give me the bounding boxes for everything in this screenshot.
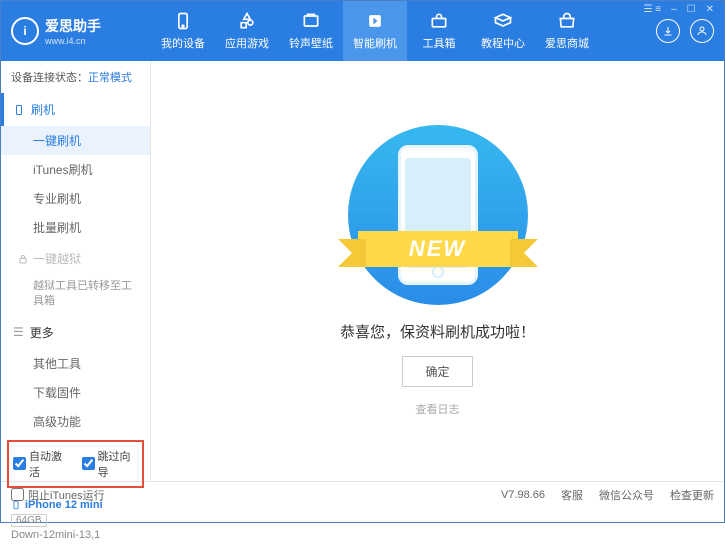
top-nav: 我的设备 应用游戏 铃声壁纸 智能刷机 工具箱 教程中心 爱思商城 [151, 1, 656, 61]
device-storage-badge: 64GB [11, 514, 47, 527]
sidebar-header-flash[interactable]: 刷机 [1, 93, 150, 126]
connection-status: 设备连接状态：正常模式 [1, 61, 150, 93]
window-controls: ☰ ≡ – ☐ ✕ [641, 4, 718, 15]
check-update-link[interactable]: 检查更新 [670, 487, 714, 503]
view-log-link[interactable]: 查看日志 [416, 401, 460, 417]
sidebar-item-advanced[interactable]: 高级功能 [1, 407, 150, 436]
header-right [656, 19, 714, 43]
sidebar-item-other-tools[interactable]: 其他工具 [1, 349, 150, 378]
checkbox-auto-activate[interactable]: 自动激活 [13, 448, 70, 480]
checkbox-row: 自动激活 跳过向导 [7, 440, 144, 488]
ribbon-text: NEW [358, 231, 518, 267]
phone-small-icon [13, 104, 25, 116]
jailbreak-note: 越狱工具已转移至工具箱 [1, 275, 150, 316]
version-text: V7.98.66 [501, 489, 545, 501]
logo-icon: i [11, 17, 39, 45]
success-illustration: NEW [338, 125, 538, 305]
sidebar-header-label: 刷机 [31, 101, 55, 118]
window-minimize-icon[interactable]: – [668, 4, 680, 15]
new-ribbon: NEW [338, 231, 538, 275]
lock-icon [17, 253, 29, 265]
checkbox-skip-guide[interactable]: 跳过向导 [82, 448, 139, 480]
sidebar-header-more[interactable]: ☰ 更多 [1, 316, 150, 349]
main-content: NEW 恭喜您，保资料刷机成功啦！ 确定 查看日志 [151, 61, 724, 481]
sidebar-item-pro-flash[interactable]: 专业刷机 [1, 184, 150, 213]
confirm-button[interactable]: 确定 [402, 356, 472, 387]
nav-label: 工具箱 [423, 35, 456, 51]
sidebar-item-itunes-flash[interactable]: iTunes刷机 [1, 155, 150, 184]
nav-ringtone-wallpaper[interactable]: 铃声壁纸 [279, 1, 343, 61]
phone-icon [173, 11, 193, 31]
app-url: www.i4.cn [45, 36, 101, 46]
user-button[interactable] [690, 19, 714, 43]
nav-smart-flash[interactable]: 智能刷机 [343, 1, 407, 61]
nav-label: 智能刷机 [353, 35, 397, 51]
nav-label: 铃声壁纸 [289, 35, 333, 51]
checkbox-label: 阻止iTunes运行 [28, 487, 105, 503]
sidebar-item-oneclick-flash[interactable]: 一键刷机 [1, 126, 150, 155]
wallpaper-icon [301, 11, 321, 31]
toolbox-icon [429, 11, 449, 31]
sidebar-header-label: 更多 [30, 324, 54, 341]
list-icon: ☰ [13, 325, 24, 339]
window-menu-icon[interactable]: ☰ ≡ [641, 4, 665, 15]
app-title: 爱思助手 [45, 16, 101, 36]
nav-label: 我的设备 [161, 35, 205, 51]
conn-status-value: 正常模式 [88, 72, 132, 84]
nav-toolbox[interactable]: 工具箱 [407, 1, 471, 61]
nav-tutorials[interactable]: 教程中心 [471, 1, 535, 61]
nav-store[interactable]: 爱思商城 [535, 1, 599, 61]
customer-service-link[interactable]: 客服 [561, 487, 583, 503]
checkbox-input[interactable] [13, 457, 26, 470]
nav-apps-games[interactable]: 应用游戏 [215, 1, 279, 61]
apps-icon [237, 11, 257, 31]
sidebar-item-download-firmware[interactable]: 下载固件 [1, 378, 150, 407]
device-detail: Down-12mini-13,1 [11, 529, 140, 541]
store-icon [557, 11, 577, 31]
sidebar-header-jailbreak[interactable]: 一键越狱 [1, 242, 150, 275]
success-message: 恭喜您，保资料刷机成功啦！ [340, 321, 535, 342]
download-button[interactable] [656, 19, 680, 43]
nav-label: 爱思商城 [545, 35, 589, 51]
nav-label: 应用游戏 [225, 35, 269, 51]
checkbox-input[interactable] [82, 457, 95, 470]
sidebar-item-batch-flash[interactable]: 批量刷机 [1, 213, 150, 242]
sidebar-header-label: 一键越狱 [33, 250, 81, 267]
download-icon [662, 25, 674, 37]
checkbox-label: 跳过向导 [98, 448, 139, 480]
header: i 爱思助手 www.i4.cn 我的设备 应用游戏 铃声壁纸 智能刷机 工具箱 [1, 1, 724, 61]
block-itunes-checkbox[interactable]: 阻止iTunes运行 [11, 487, 105, 503]
checkbox-input[interactable] [11, 488, 24, 501]
user-icon [696, 25, 708, 37]
checkbox-label: 自动激活 [29, 448, 70, 480]
nav-label: 教程中心 [481, 35, 525, 51]
wechat-link[interactable]: 微信公众号 [599, 487, 654, 503]
flash-icon [365, 11, 385, 31]
window-close-icon[interactable]: ✕ [703, 4, 717, 15]
logo-area: i 爱思助手 www.i4.cn [11, 16, 151, 46]
nav-my-device[interactable]: 我的设备 [151, 1, 215, 61]
window-maximize-icon[interactable]: ☐ [684, 4, 699, 15]
conn-label: 设备连接状态： [11, 72, 88, 84]
sidebar: 设备连接状态：正常模式 刷机 一键刷机 iTunes刷机 专业刷机 批量刷机 一… [1, 61, 151, 481]
tutorial-icon [493, 11, 513, 31]
